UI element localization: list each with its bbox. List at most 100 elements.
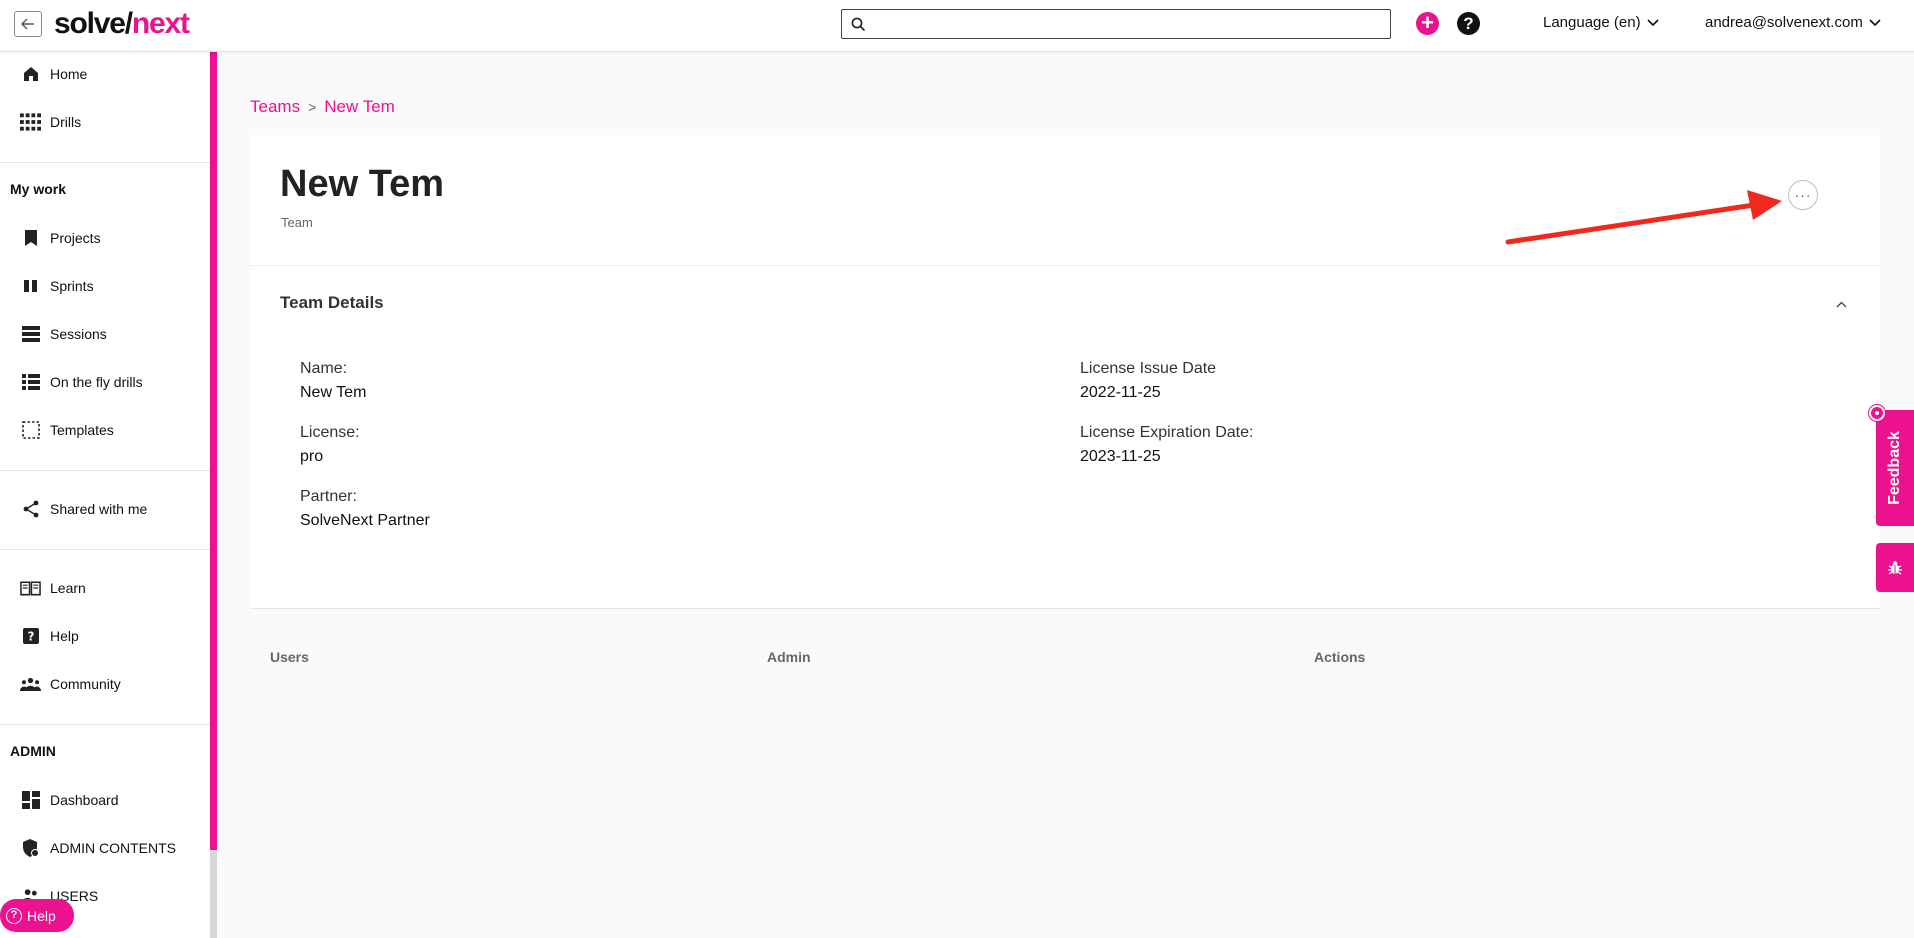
top-bar: solve/next + ? Language (en) andrea@solv…	[0, 0, 1914, 52]
license-issue-label: License Issue Date	[1080, 360, 1217, 377]
bookmark-icon	[20, 228, 41, 249]
bug-icon	[1888, 560, 1902, 575]
sidebar-divider	[0, 162, 210, 163]
help-button[interactable]: ?	[1457, 12, 1480, 35]
bug-report-tab[interactable]	[1876, 543, 1914, 592]
collapse-section-button[interactable]	[1836, 295, 1847, 313]
admin-heading: ADMIN	[10, 743, 56, 759]
license-expiration-value: 2023-11-25	[1080, 448, 1161, 465]
create-button[interactable]: +	[1416, 12, 1439, 35]
back-button[interactable]	[14, 11, 42, 37]
sidebar-item-dashboard[interactable]: Dashboard	[20, 788, 119, 812]
sidebar-item-on-the-fly-drills[interactable]: On the fly drills	[20, 370, 143, 394]
svg-text:?: ?	[27, 630, 34, 644]
sidebar-item-sessions[interactable]: Sessions	[20, 322, 107, 346]
breadcrumb-teams-link[interactable]: Teams	[250, 97, 300, 117]
chevron-up-icon	[1836, 301, 1847, 308]
license-issue-value: 2022-11-25	[1080, 384, 1161, 401]
sidebar-item-label: Sprints	[50, 278, 94, 294]
name-label: Name:	[300, 360, 348, 377]
sidebar-item-label: Drills	[50, 114, 82, 130]
shield-icon	[20, 838, 41, 859]
search-input[interactable]	[841, 9, 1391, 39]
sidebar-item-label: Home	[50, 66, 88, 82]
sidebar-item-label: Projects	[50, 230, 101, 246]
page-subtitle: Team	[281, 215, 313, 230]
partner-label: Partner:	[300, 488, 357, 505]
sidebar-item-shared-with-me[interactable]: Shared with me	[20, 497, 147, 521]
community-icon	[20, 674, 41, 695]
team-card: New Tem Team ··· Team Details Name: New …	[250, 135, 1880, 609]
sidebar: Home Drills My work Projects Sprints Ses…	[0, 52, 210, 938]
team-details-heading: Team Details	[280, 293, 384, 312]
sidebar-item-label: Sessions	[50, 326, 107, 342]
sidebar-item-templates[interactable]: Templates	[20, 418, 114, 442]
page-title: New Tem	[280, 163, 445, 205]
breadcrumb-separator-icon: >	[308, 99, 317, 115]
breadcrumb: Teams > New Tem	[250, 97, 395, 117]
feedback-label: Feedback	[1886, 431, 1903, 505]
sidebar-item-label: Help	[50, 628, 79, 644]
share-icon	[20, 499, 41, 520]
sidebar-item-drills[interactable]: Drills	[20, 110, 81, 134]
partner-value: SolveNext Partner	[300, 512, 430, 529]
ellipsis-icon: ···	[1794, 187, 1812, 203]
sidebar-item-label: Shared with me	[50, 501, 148, 517]
license-expiration-label: License Expiration Date:	[1080, 424, 1254, 441]
grid-icon	[20, 112, 41, 133]
sidebar-accent-bar	[210, 52, 217, 850]
book-icon	[20, 578, 41, 599]
logo-text-solve: solve/	[54, 7, 133, 40]
column-header-actions[interactable]: Actions	[1314, 649, 1365, 665]
breadcrumb-current[interactable]: New Tem	[324, 97, 395, 117]
sidebar-item-label: Community	[50, 676, 121, 692]
name-value: New Tem	[300, 384, 367, 401]
feedback-tab[interactable]: Feedback	[1876, 410, 1914, 526]
language-selector[interactable]: Language (en)	[1543, 14, 1659, 31]
app-logo[interactable]: solve/next	[54, 7, 190, 41]
more-options-button[interactable]: ···	[1788, 180, 1818, 210]
my-work-heading: My work	[10, 181, 67, 197]
sidebar-item-admin-contents[interactable]: ADMIN CONTENTS	[20, 836, 176, 860]
column-header-users[interactable]: Users	[270, 649, 309, 665]
sidebar-item-label: ADMIN CONTENTS	[50, 840, 176, 856]
sidebar-item-home[interactable]: Home	[20, 62, 87, 86]
question-circle-icon: ?	[6, 907, 22, 924]
question-icon: ?	[1463, 14, 1474, 33]
sidebar-item-projects[interactable]: Projects	[20, 226, 101, 250]
feedback-close-icon[interactable]	[1869, 405, 1885, 421]
arrow-left-icon	[21, 18, 34, 30]
user-menu[interactable]: andrea@solvenext.com	[1705, 14, 1881, 31]
language-label: Language (en)	[1543, 14, 1641, 31]
sessions-icon	[20, 324, 41, 345]
sprint-icon	[20, 276, 41, 297]
chevron-down-icon	[1869, 18, 1881, 26]
dashboard-icon	[20, 790, 41, 811]
sidebar-item-sprints[interactable]: Sprints	[20, 274, 94, 298]
card-divider	[250, 265, 1880, 266]
help-widget-label: Help	[27, 907, 56, 924]
sidebar-item-label: Dashboard	[50, 792, 119, 808]
sidebar-divider	[0, 724, 210, 725]
license-value: pro	[300, 448, 324, 465]
sidebar-item-label: On the fly drills	[50, 374, 143, 390]
plus-icon: +	[1421, 10, 1434, 35]
sidebar-item-community[interactable]: Community	[20, 672, 121, 696]
search-icon	[851, 17, 866, 32]
template-icon	[20, 420, 41, 441]
user-email: andrea@solvenext.com	[1705, 14, 1863, 31]
sidebar-item-learn[interactable]: Learn	[20, 576, 86, 600]
sidebar-item-label: Learn	[50, 580, 86, 596]
help-widget-button[interactable]: ? Help	[0, 899, 74, 932]
home-icon	[20, 64, 41, 85]
logo-text-next: next	[131, 7, 190, 40]
column-header-admin[interactable]: Admin	[767, 649, 811, 665]
chevron-down-icon	[1647, 18, 1659, 26]
sidebar-divider	[0, 549, 210, 550]
sidebar-item-label: Templates	[50, 422, 114, 438]
sidebar-scrollbar[interactable]	[210, 850, 217, 938]
list-icon	[20, 372, 41, 393]
help-icon: ?	[20, 626, 41, 647]
sidebar-item-help[interactable]: ? Help	[20, 624, 79, 648]
sidebar-divider	[0, 470, 210, 471]
